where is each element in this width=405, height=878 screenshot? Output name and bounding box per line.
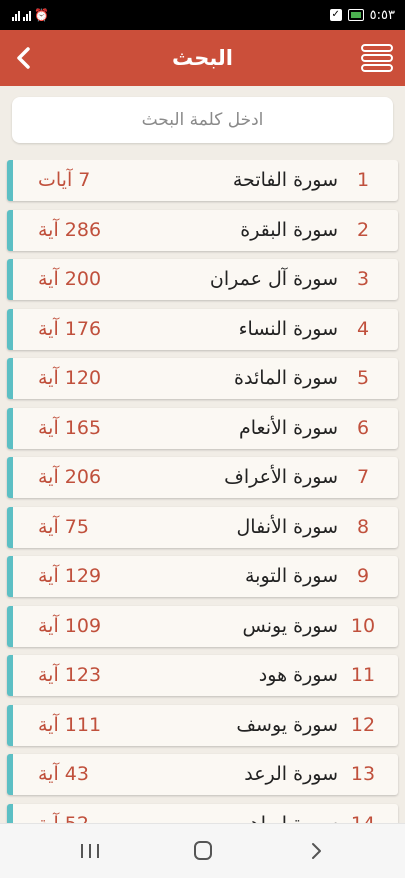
surah-number: 13 [350, 763, 376, 785]
surah-verse-count: 109 آية [38, 614, 102, 637]
signal-icon-2 [23, 9, 31, 21]
back-button[interactable] [6, 38, 46, 78]
surah-number: 3 [356, 268, 370, 290]
menu-lines-icon [361, 44, 393, 72]
surah-name: سورة المائدة [234, 367, 338, 389]
surah-row-2[interactable]: 2 سورة البقرة 286 آية [7, 209, 398, 251]
surah-row-4[interactable]: 4 سورة النساء 176 آية [7, 308, 398, 350]
surah-name: سورة إبراهيم [232, 804, 338, 824]
home-icon [194, 841, 212, 860]
search-input[interactable] [12, 97, 393, 143]
surah-row-5[interactable]: 5 سورة المائدة 120 آية [7, 358, 398, 399]
surah-number: 11 [350, 664, 376, 686]
surah-verse-count: 111 آية [38, 713, 102, 736]
surah-row-9[interactable]: 9 سورة التوبة 129 آية [7, 556, 398, 597]
status-time: ٥:٥٣ [369, 7, 395, 23]
surah-row-7[interactable]: 7 سورة الأعراف 206 آية [7, 457, 398, 498]
surah-number: 14 [348, 804, 378, 824]
surah-verse-count: 165 آية [38, 416, 102, 439]
surah-row-1[interactable]: 1 سورة الفاتحة 7 آيات [7, 160, 398, 201]
surah-verse-count: 286 آية [38, 218, 102, 241]
surah-name: سورة التوبة [245, 565, 338, 587]
alarm-icon: ⏰ [34, 8, 49, 22]
surah-name: سورة هود [258, 664, 338, 686]
chevron-left-icon [17, 47, 30, 69]
surah-number: 6 [356, 416, 370, 439]
surah-number: 7 [356, 466, 370, 488]
surah-row-10[interactable]: 10 سورة يونس 109 آية [7, 605, 398, 647]
surah-verse-count: 43 آية [38, 763, 89, 785]
nav-back-button[interactable] [297, 836, 337, 866]
surah-name: سورة الرعد [244, 763, 338, 785]
surah-verse-count: 176 آية [38, 317, 102, 340]
app-header: البحث [0, 30, 405, 86]
surah-verse-count: 75 آية [38, 515, 89, 538]
surah-verse-count: 7 آيات [38, 169, 91, 191]
status-bar: ⏰ ✓ ٥:٥٣ [0, 0, 405, 30]
surah-verse-count: 123 آية [38, 664, 102, 686]
search-box [12, 97, 393, 143]
surah-number: 12 [350, 713, 376, 736]
surah-number: 4 [356, 317, 370, 340]
back-chevron-icon [312, 843, 321, 859]
surah-name: سورة الأعراف [224, 466, 338, 488]
surah-verse-count: 120 آية [38, 367, 102, 389]
menu-button[interactable] [359, 40, 395, 76]
surah-row-11[interactable]: 11 سورة هود 123 آية [7, 655, 398, 696]
page-title: البحث [171, 46, 234, 70]
system-nav-bar [0, 823, 405, 878]
surah-verse-count: 200 آية [38, 268, 102, 290]
notification-check-icon: ✓ [329, 9, 342, 21]
home-button[interactable] [183, 836, 223, 866]
status-icons-right: ✓ ٥:٥٣ [329, 6, 395, 24]
surah-row-3[interactable]: 3 سورة آل عمران 200 آية [7, 259, 398, 300]
surah-name: سورة الأنعام [238, 416, 338, 439]
surah-number: 10 [350, 614, 376, 637]
surah-row-13[interactable]: 13 سورة الرعد 43 آية [7, 754, 398, 795]
surah-verse-count: 129 آية [38, 565, 102, 587]
surah-name: سورة آل عمران [209, 268, 338, 290]
surah-row-6[interactable]: 6 سورة الأنعام 165 آية [7, 407, 398, 449]
surah-row-12[interactable]: 12 سورة يوسف 111 آية [7, 704, 398, 746]
surah-number: 8 [356, 515, 370, 538]
surah-name: سورة يونس [242, 614, 338, 637]
surah-name: سورة البقرة [240, 218, 338, 241]
surah-verse-count: 52 آية [38, 804, 89, 824]
surah-number: 5 [356, 367, 370, 389]
surah-verse-count: 206 آية [38, 466, 102, 488]
surah-number: 2 [356, 218, 370, 241]
surah-row-8[interactable]: 8 سورة الأنفال 75 آية [7, 506, 398, 548]
surah-name: سورة الفاتحة [232, 169, 338, 191]
surah-number: 9 [356, 565, 370, 587]
signal-icon [12, 9, 20, 21]
recents-button[interactable] [70, 836, 110, 866]
surah-row-14[interactable]: 14 سورة إبراهيم 52 آية [7, 803, 398, 824]
battery-icon [347, 9, 364, 21]
status-icons-left: ⏰ [12, 7, 49, 23]
surah-number: 1 [356, 169, 370, 191]
surah-list: 1 سورة الفاتحة 7 آيات 2 سورة البقرة 286 … [0, 160, 405, 823]
surah-name: سورة الأنفال [236, 515, 338, 538]
surah-name: سورة يوسف [236, 713, 338, 736]
recents-icon [81, 844, 99, 858]
surah-name: سورة النساء [238, 317, 338, 340]
